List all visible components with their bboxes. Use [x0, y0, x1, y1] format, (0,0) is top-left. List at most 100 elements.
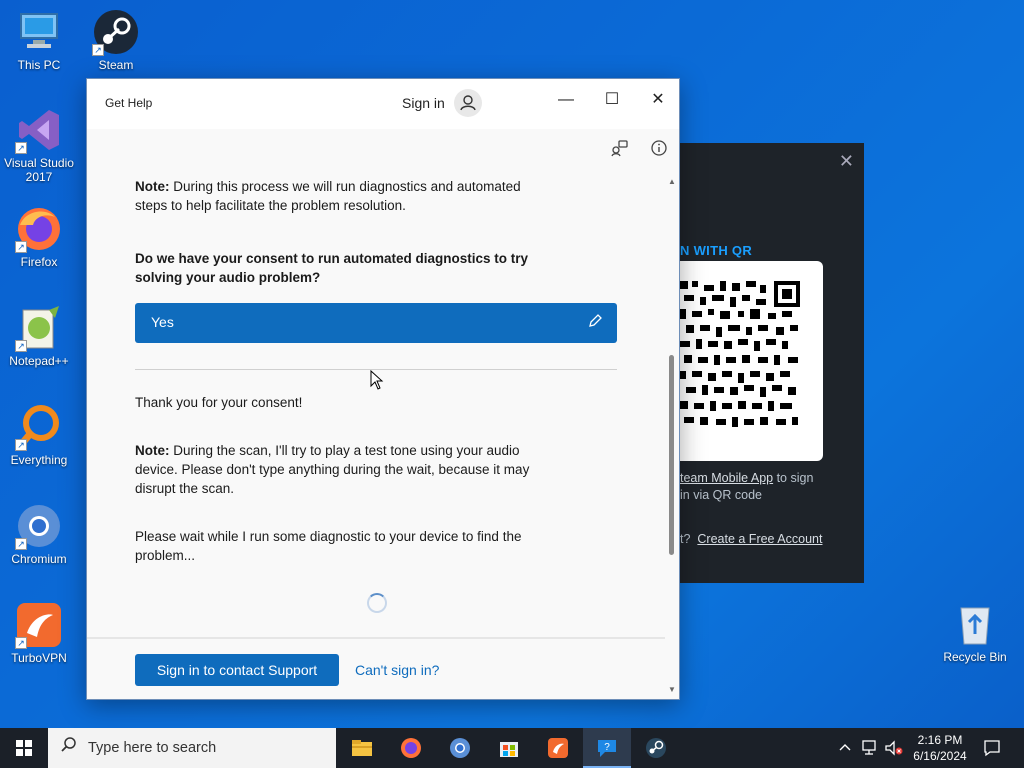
desktop-icon-firefox[interactable]: ↗ Firefox	[0, 205, 78, 269]
cant-sign-in-link[interactable]: Can't sign in?	[355, 662, 439, 678]
close-button[interactable]: ✕	[635, 85, 681, 115]
maximize-button[interactable]: ☐	[589, 85, 635, 115]
steam-icon: ↗	[92, 8, 140, 56]
steam-qr-title: N WITH QR	[680, 243, 753, 258]
sign-in-contact-support-button[interactable]: Sign in to contact Support	[135, 654, 339, 686]
desktop-icon-label: Steam	[98, 58, 134, 72]
desktop-icon-everything[interactable]: ↗ Everything	[0, 403, 78, 467]
desktop-icon-visual-studio[interactable]: ↗ Visual Studio 2017	[0, 106, 78, 184]
visual-studio-icon: ↗	[15, 106, 63, 154]
loading-spinner-icon	[367, 593, 387, 613]
firefox-icon	[401, 738, 421, 758]
desktop-icon-this-pc[interactable]: This PC	[0, 8, 78, 72]
steam-login-window: ✕ N WITH QR team Mobile App to sign in v…	[660, 143, 864, 583]
firefox-icon: ↗	[15, 205, 63, 253]
shortcut-arrow-icon: ↗	[15, 637, 27, 649]
desktop-icon-label: Chromium	[11, 552, 67, 566]
note-text: During the scan, I'll try to play a test…	[135, 443, 530, 496]
scroll-up-arrow-icon[interactable]: ▲	[668, 177, 676, 186]
scrollbar-thumb[interactable]	[669, 355, 674, 555]
steam-qr-instruction: in via QR code	[680, 488, 762, 502]
taskbar-get-help[interactable]: ?	[583, 728, 631, 768]
taskbar-firefox[interactable]	[387, 728, 435, 768]
chromium-icon	[450, 738, 470, 758]
chat-area: ▲ ▼ Note: During this process we will ru…	[87, 129, 679, 699]
scroll-down-arrow-icon[interactable]: ▼	[668, 685, 676, 694]
computer-icon	[15, 8, 63, 56]
desktop-icon-label: Everything	[10, 453, 68, 467]
feedback-icon[interactable]	[609, 139, 629, 159]
mouse-cursor-icon	[370, 369, 384, 395]
steam-line3-pre: t?	[680, 532, 691, 546]
title-bar[interactable]: Get Help Sign in — ☐ ✕	[87, 79, 679, 129]
notification-center-icon[interactable]	[982, 738, 1002, 768]
turbovpn-icon: ↗	[15, 601, 63, 649]
desktop-icon-chromium[interactable]: ↗ Chromium	[0, 502, 78, 566]
recycle-bin-icon	[951, 600, 999, 648]
taskbar-search-box[interactable]: Type here to search	[48, 728, 336, 768]
chat-toolbar	[593, 139, 669, 162]
system-clock[interactable]: 2:16 PM 6/16/2024	[908, 732, 972, 764]
clock-date: 6/16/2024	[913, 749, 967, 763]
desktop-icon-label: Notepad++	[9, 354, 69, 368]
create-account-link[interactable]: Create a Free Account	[697, 532, 822, 546]
steam-icon	[646, 738, 666, 758]
footer: Sign in to contact Support Can't sign in…	[87, 637, 665, 699]
answer-text: Yes	[151, 314, 174, 330]
desktop-icon-turbovpn[interactable]: ↗ TurboVPN	[0, 601, 78, 665]
store-icon	[500, 742, 518, 757]
note-scan: Note: During the scan, I'll try to play …	[135, 441, 555, 498]
desktop-icon-notepadpp[interactable]: ↗ Notepad++	[0, 304, 78, 368]
edit-pencil-icon[interactable]	[587, 313, 603, 333]
note-diagnostics: Note: During this process we will run di…	[135, 177, 555, 215]
turbovpn-icon	[548, 738, 568, 758]
info-icon[interactable]	[649, 139, 669, 159]
desktop-icon-label: TurboVPN	[11, 651, 67, 665]
steam-create-account-row: t? Create a Free Account	[680, 532, 822, 546]
note-label: Note:	[135, 179, 170, 194]
network-icon[interactable]	[860, 738, 880, 768]
steam-mobile-app-text: team Mobile App to sign	[680, 471, 813, 485]
windows-logo-icon	[16, 740, 32, 756]
desktop-icon-label: Visual Studio 2017	[4, 156, 74, 184]
volume-muted-icon[interactable]	[884, 738, 904, 768]
answer-yes-bubble: Yes	[135, 303, 617, 343]
consent-question: Do we have your consent to run automated…	[135, 251, 529, 285]
scrollbar[interactable]: ▲ ▼	[667, 177, 677, 699]
taskbar-microsoft-store[interactable]	[485, 728, 533, 768]
steam-close-icon[interactable]: ✕	[839, 151, 854, 172]
folder-icon	[352, 740, 372, 756]
show-hidden-icons-chevron-icon[interactable]	[838, 738, 852, 768]
shortcut-arrow-icon: ↗	[15, 538, 27, 550]
taskbar-file-explorer[interactable]	[338, 728, 386, 768]
desktop-icon-steam[interactable]: ↗ Steam	[77, 8, 155, 72]
note-label: Note:	[135, 443, 170, 458]
minimize-button[interactable]: —	[543, 85, 589, 115]
search-placeholder: Type here to search	[88, 740, 217, 756]
clock-time: 2:16 PM	[917, 733, 963, 747]
window-title: Get Help	[105, 96, 153, 110]
start-button[interactable]	[0, 728, 48, 768]
wait-message: Please wait while I run some diagnostic …	[135, 529, 522, 563]
taskbar-chromium[interactable]	[436, 728, 484, 768]
steam-line1-rest: to sign	[773, 471, 814, 485]
steam-mobile-app-link[interactable]: team Mobile App	[680, 471, 773, 485]
desktop-icon-label: This PC	[17, 58, 61, 72]
shortcut-arrow-icon: ↗	[15, 241, 27, 253]
sign-in-link[interactable]: Sign in	[402, 95, 445, 111]
notepadpp-icon: ↗	[15, 304, 63, 352]
shortcut-arrow-icon: ↗	[15, 142, 27, 154]
desktop-icon-label: Recycle Bin	[943, 650, 1007, 664]
desktop-icon-recycle-bin[interactable]: Recycle Bin	[936, 600, 1014, 664]
svg-text:?: ?	[604, 742, 610, 753]
note-text: During this process we will run diagnost…	[135, 179, 521, 213]
chromium-icon: ↗	[15, 502, 63, 550]
avatar[interactable]	[454, 89, 482, 117]
taskbar-steam[interactable]	[632, 728, 680, 768]
taskbar: Type here to search ? 2:16 PM 6/16/2024	[0, 728, 1024, 768]
get-help-icon: ?	[598, 740, 616, 757]
shortcut-arrow-icon: ↗	[92, 44, 104, 56]
everything-search-icon: ↗	[15, 403, 63, 451]
search-icon	[60, 736, 78, 759]
taskbar-turbovpn[interactable]	[534, 728, 582, 768]
